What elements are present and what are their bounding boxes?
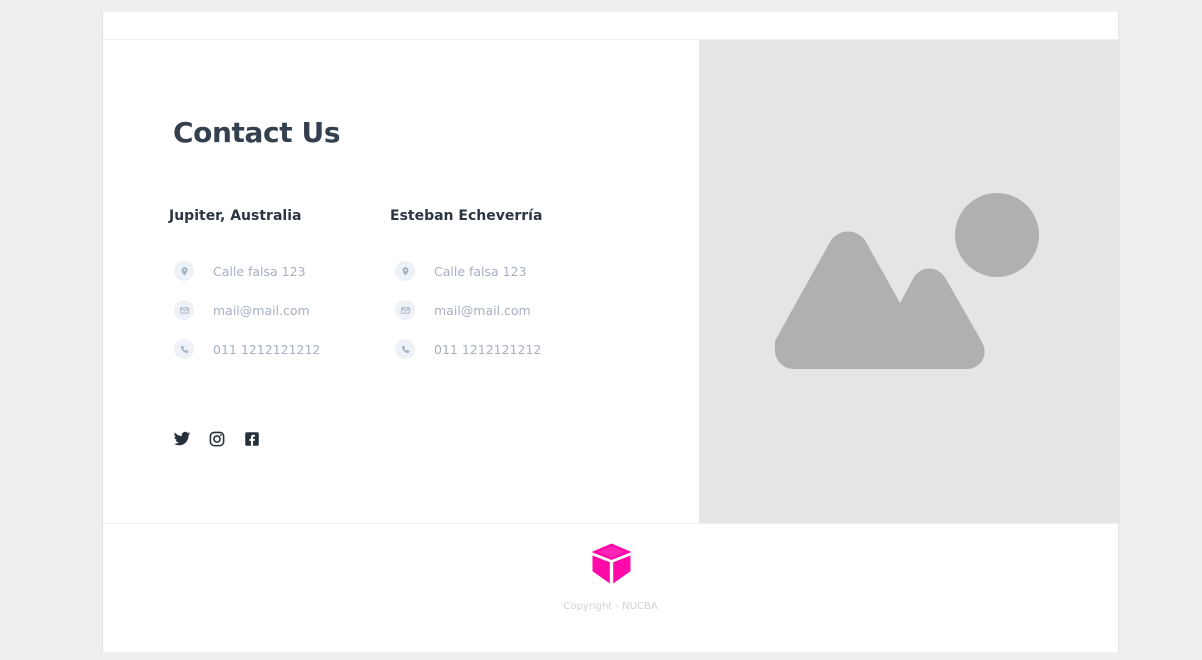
location-title: Esteban Echeverría: [390, 208, 543, 224]
location-esteban-echeverria: Esteban Echeverría Calle falsa 123 mail@…: [390, 208, 600, 359]
social-links: [173, 430, 261, 448]
address-text: Calle falsa 123: [213, 263, 306, 279]
phone-text: 011 1212121212: [434, 341, 542, 357]
nucba-logo-icon: [589, 541, 634, 586]
contact-section: Contact Us Jupiter, Australia Calle fals…: [103, 40, 699, 523]
twitter-icon[interactable]: [173, 430, 191, 448]
instagram-icon[interactable]: [208, 430, 226, 448]
email-text: mail@mail.com: [434, 302, 531, 318]
contact-page: Contact Us Jupiter, Australia Calle fals…: [102, 12, 1120, 652]
mail-icon: [174, 300, 194, 320]
image-placeholder: [699, 40, 1120, 523]
address-row: Calle falsa 123: [395, 259, 527, 283]
page-title: Contact Us: [173, 116, 341, 149]
phone-row: 011 1212121212: [174, 337, 320, 361]
phone-icon: [395, 339, 415, 359]
phone-text: 011 1212121212: [213, 341, 321, 357]
email-row: mail@mail.com: [174, 298, 310, 322]
mail-icon: [395, 300, 415, 320]
location-title: Jupiter, Australia: [169, 208, 302, 224]
location-pin-icon: [395, 261, 415, 281]
phone-row: 011 1212121212: [395, 337, 541, 361]
address-row: Calle falsa 123: [174, 259, 306, 283]
email-text: mail@mail.com: [213, 302, 310, 318]
phone-icon: [174, 339, 194, 359]
location-jupiter-australia: Jupiter, Australia Calle falsa 123 mail@…: [169, 208, 379, 359]
footer: Copyright - NUCBA: [103, 523, 1118, 652]
image-placeholder-icon: [775, 193, 1039, 369]
location-pin-icon: [174, 261, 194, 281]
copyright-text: Copyright - NUCBA: [563, 601, 658, 612]
address-text: Calle falsa 123: [434, 263, 527, 279]
email-row: mail@mail.com: [395, 298, 531, 322]
facebook-icon[interactable]: [243, 430, 261, 448]
